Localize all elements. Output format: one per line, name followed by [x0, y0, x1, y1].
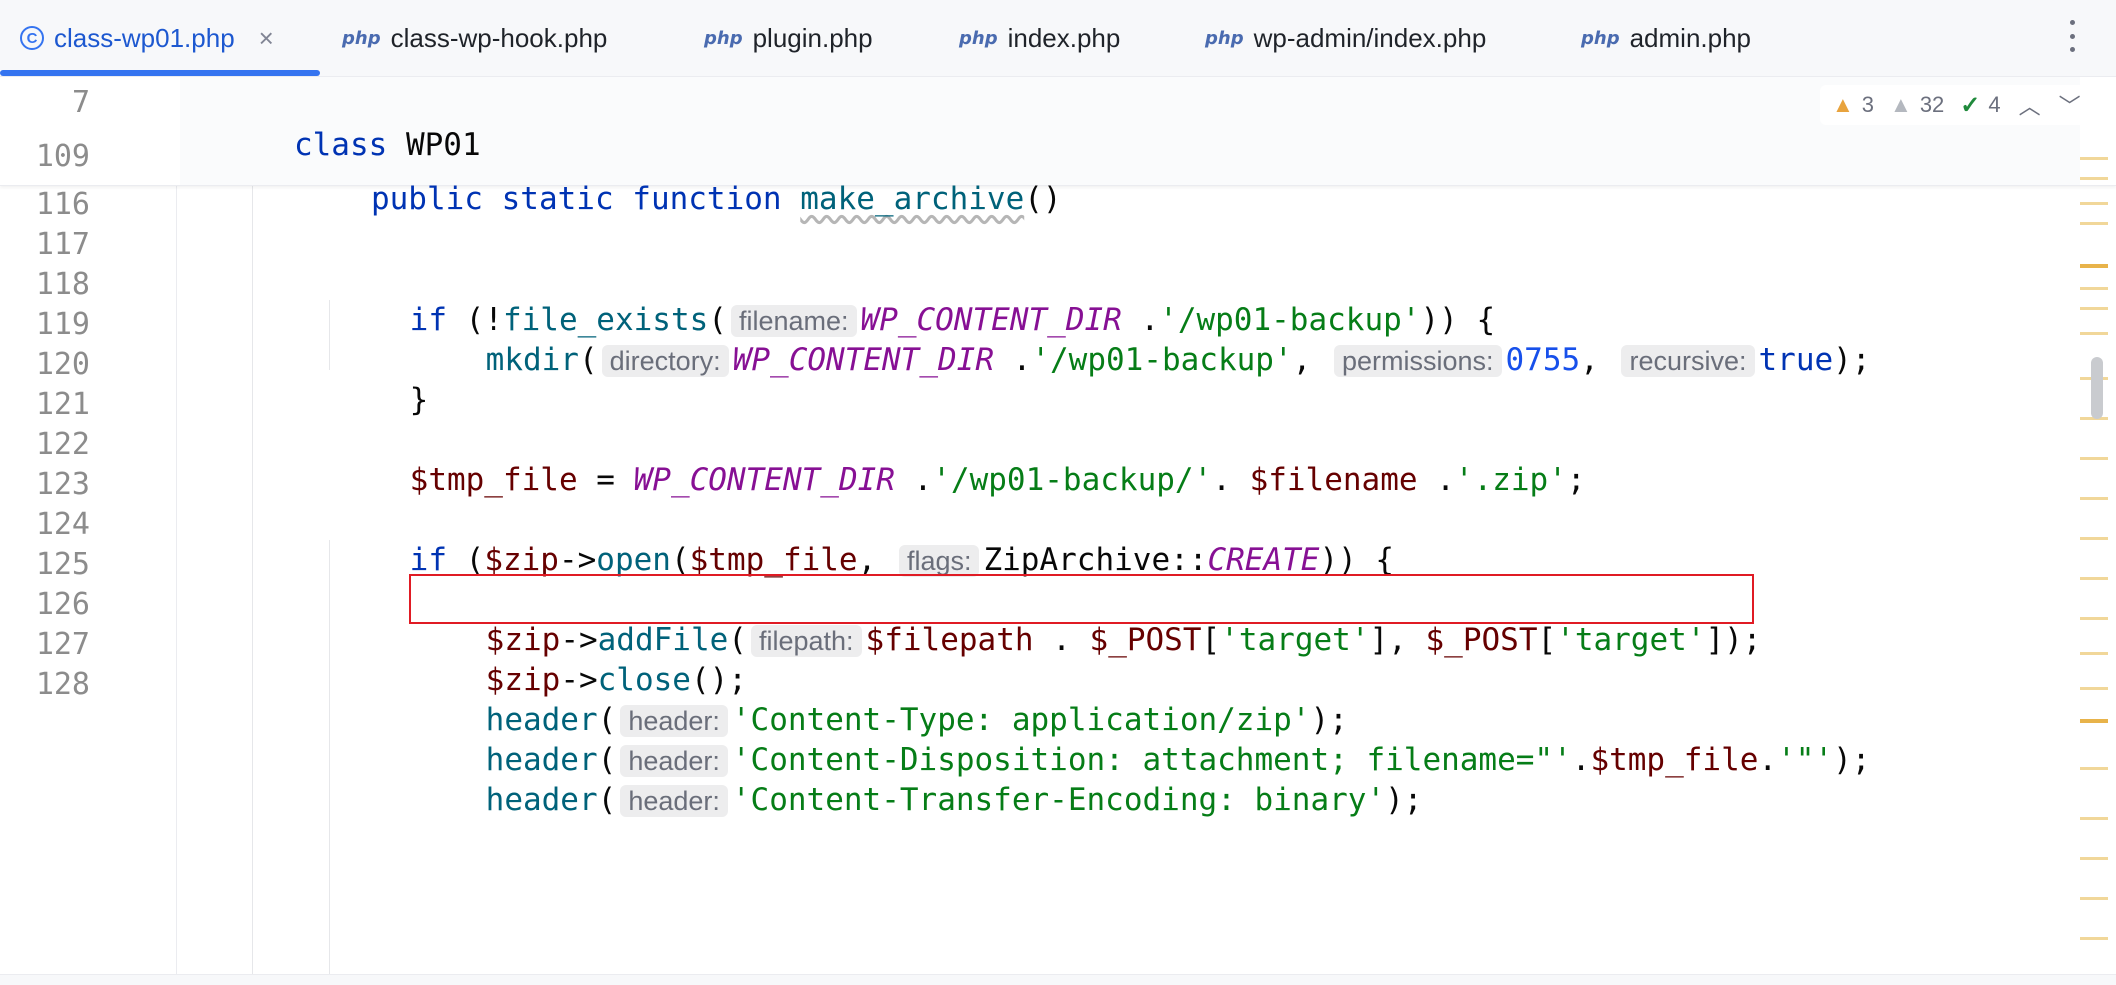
sticky-line-function[interactable]: public static function make_archive()	[259, 139, 1062, 217]
line-number: 125	[35, 547, 90, 582]
php-file-icon: php	[1205, 27, 1244, 49]
php-file-icon: php	[959, 27, 998, 49]
typo-count: 4	[1988, 92, 2001, 117]
parameter-hint: recursive:	[1621, 345, 1755, 377]
previous-problem-icon[interactable]: ︿	[2019, 89, 2041, 121]
sticky-lines-panel: 7 class WP01 109 public static function …	[0, 77, 2116, 217]
line-number: 109	[35, 139, 90, 174]
tab-admin[interactable]: php admin.php	[1581, 0, 1751, 76]
php-file-icon: php	[1581, 27, 1620, 49]
code-line-127[interactable]: header(header: 'Content-Disposition: atta…	[411, 700, 1871, 778]
scroll-marker[interactable]	[2080, 577, 2108, 580]
scroll-marker[interactable]	[2080, 617, 2108, 620]
code-editor[interactable]: 7 class WP01 109 public static function …	[0, 77, 2116, 974]
line-number: 126	[35, 587, 90, 622]
scroll-marker[interactable]	[2080, 177, 2108, 180]
tab-class-wp-hook[interactable]: php class-wp-hook.php	[342, 0, 607, 76]
warning-count: 3	[1861, 92, 1875, 117]
scroll-marker[interactable]	[2080, 457, 2108, 460]
code-line-122[interactable]: if ($zip->open($tmp_file, flags: ZipArchi…	[335, 500, 1394, 578]
parameter-hint: header:	[620, 785, 728, 817]
scroll-marker[interactable]	[2080, 157, 2108, 160]
php-file-icon: php	[342, 27, 381, 49]
more-options-icon[interactable]	[2060, 16, 2084, 56]
scroll-marker[interactable]	[2080, 687, 2108, 690]
code-line-126[interactable]: header(header: 'Content-Type: application…	[411, 660, 1348, 738]
editor-tab-bar: C class-wp01.php × php class-wp-hook.php…	[0, 0, 2116, 77]
tab-label: class-wp01.php	[54, 22, 235, 53]
line-number: 118	[35, 267, 90, 302]
line-number: 117	[35, 227, 90, 262]
tab-label: index.php	[1007, 22, 1121, 53]
code-line-128[interactable]: header(header: 'Content-Transfer-Encoding…	[411, 740, 1423, 818]
vertical-scrollbar-thumb[interactable]	[2091, 357, 2103, 419]
scroll-marker[interactable]	[2080, 652, 2108, 655]
scroll-marker[interactable]	[2080, 719, 2108, 723]
tab-wp-admin-index[interactable]: php wp-admin/index.php	[1205, 0, 1486, 76]
scroll-marker[interactable]	[2080, 937, 2108, 940]
tab-label: admin.php	[1629, 22, 1752, 53]
typo-check-icon: ✓	[1960, 91, 1981, 119]
active-tab-indicator	[0, 70, 320, 76]
php-file-icon: php	[704, 27, 743, 49]
scroll-marker[interactable]	[2080, 307, 2108, 310]
parameter-hint: directory:	[601, 345, 729, 377]
parameter-hint: flags:	[898, 545, 980, 577]
line-number: 124	[35, 507, 90, 542]
code-line-120[interactable]: $tmp_file = WP_CONTENT_DIR .'/wp01-backu…	[335, 420, 1586, 498]
sticky-line-class[interactable]: class WP01	[182, 85, 481, 163]
scroll-marker[interactable]	[2080, 264, 2108, 268]
weak-warning-icon: ▲	[1890, 92, 1912, 117]
scroll-marker[interactable]	[2080, 857, 2108, 860]
tab-class-wp01[interactable]: C class-wp01.php ×	[20, 0, 274, 76]
inspections-widget[interactable]: ▲ 3 ▲ 32 ✓ 4 ︿ ﹀	[1820, 85, 2093, 125]
line-number: 7	[71, 85, 90, 120]
warning-icon: ▲	[1832, 92, 1854, 117]
parameter-hint: permissions:	[1333, 345, 1502, 377]
tab-plugin[interactable]: php plugin.php	[704, 0, 873, 76]
close-icon[interactable]: ×	[259, 23, 274, 54]
code-line-125[interactable]: $zip->close();	[411, 620, 747, 698]
scroll-marker[interactable]	[2080, 767, 2108, 770]
line-number: 123	[35, 467, 90, 502]
scroll-marker[interactable]	[2080, 817, 2108, 820]
highlight-box	[409, 574, 1754, 624]
weak-warning-count: 32	[1919, 92, 1945, 117]
scroll-marker[interactable]	[2080, 497, 2108, 500]
line-number: 119	[35, 307, 90, 342]
scroll-marker[interactable]	[2080, 332, 2108, 335]
scroll-marker[interactable]	[2080, 287, 2108, 290]
code-line-117[interactable]: mkdir(directory: WP_CONTENT_DIR .'/wp01-b…	[411, 300, 1871, 378]
line-number: 122	[35, 427, 90, 462]
code-line-118[interactable]: }	[335, 340, 429, 418]
line-number: 121	[35, 387, 90, 422]
line-number: 127	[35, 627, 90, 662]
tab-label: plugin.php	[752, 22, 873, 53]
next-problem-icon[interactable]: ﹀	[2059, 89, 2081, 121]
scroll-marker[interactable]	[2080, 537, 2108, 540]
code-line-116[interactable]: if (!file_exists(filename: WP_CONTENT_DIR…	[335, 260, 1495, 338]
line-number: 128	[35, 667, 90, 702]
line-number: 120	[35, 347, 90, 382]
class-icon: C	[20, 26, 44, 50]
scroll-marker[interactable]	[2080, 202, 2108, 205]
tab-index[interactable]: php index.php	[959, 0, 1120, 76]
editor-bottom-edge	[0, 974, 2116, 985]
scroll-marker[interactable]	[2080, 222, 2108, 225]
line-number: 116	[35, 187, 90, 222]
tab-label: wp-admin/index.php	[1253, 22, 1487, 53]
parameter-hint: filepath:	[750, 625, 862, 657]
scroll-marker[interactable]	[2080, 897, 2108, 900]
tab-label: class-wp-hook.php	[390, 22, 608, 53]
